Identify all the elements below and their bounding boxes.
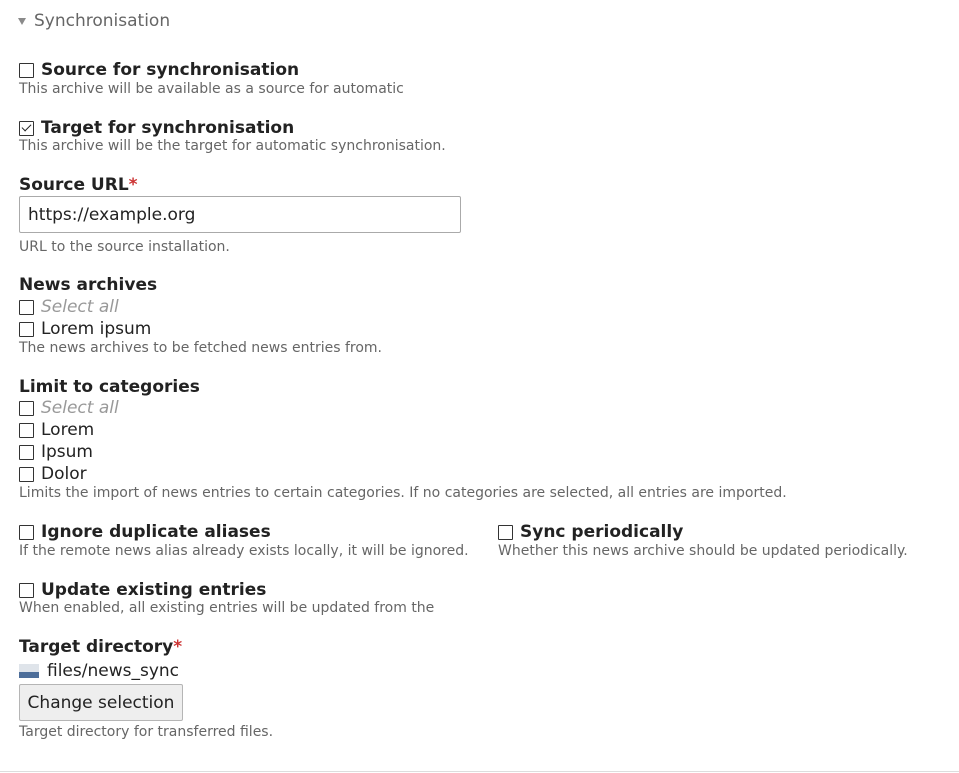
source-url-help: URL to the source installation.: [19, 239, 230, 255]
update-existing-checkbox[interactable]: [19, 582, 34, 598]
news-archive-option-label[interactable]: Lorem ipsum: [41, 319, 151, 339]
target-directory-path-row: files/news_sync: [19, 661, 179, 681]
target-sync-field: Target for synchronisation: [19, 118, 294, 138]
source-url-label: Source URL*: [19, 175, 138, 195]
source-sync-checkbox[interactable]: [19, 62, 34, 78]
category-option-checkbox[interactable]: [19, 422, 34, 438]
categories-label: Limit to categories: [19, 377, 200, 397]
target-sync-help: This archive will be the target for auto…: [19, 138, 446, 154]
categories-select-all-checkbox[interactable]: [19, 400, 34, 416]
categories-select-all: Select all: [19, 398, 119, 418]
source-sync-field: Source for synchronisation: [19, 60, 299, 80]
source-url-label-text: Source URL: [19, 175, 129, 195]
news-archives-select-all-checkbox[interactable]: [19, 299, 34, 315]
category-option-label[interactable]: Lorem: [41, 420, 94, 440]
ignore-duplicates-help: If the remote news alias already exists …: [19, 543, 469, 559]
select-all-label[interactable]: Select all: [41, 398, 119, 418]
category-option-checkbox[interactable]: [19, 466, 34, 482]
collapse-triangle-icon: [18, 18, 26, 25]
folder-icon: [19, 664, 39, 678]
category-option-checkbox[interactable]: [19, 444, 34, 460]
update-existing-field: Update existing entries: [19, 580, 266, 600]
fieldset-bottom-divider: [0, 771, 959, 772]
category-option: Lorem: [19, 420, 94, 440]
target-sync-checkbox[interactable]: [19, 120, 34, 136]
source-sync-help: This archive will be available as a sour…: [19, 81, 404, 97]
news-archive-option: Lorem ipsum: [19, 319, 151, 339]
target-directory-label-text: Target directory: [19, 637, 174, 657]
category-option: Dolor: [19, 464, 87, 484]
update-existing-label[interactable]: Update existing entries: [41, 580, 266, 600]
target-directory-path: files/news_sync: [47, 661, 180, 681]
sync-periodically-help: Whether this news archive should be upda…: [498, 543, 908, 559]
target-directory-label: Target directory*: [19, 637, 182, 657]
target-sync-label[interactable]: Target for synchronisation: [41, 118, 294, 138]
ignore-duplicates-field: Ignore duplicate aliases: [19, 522, 271, 542]
ignore-duplicates-label[interactable]: Ignore duplicate aliases: [41, 522, 271, 542]
news-archives-select-all: Select all: [19, 297, 119, 317]
target-directory-help: Target directory for transferred files.: [19, 724, 274, 740]
news-archives-label: News archives: [19, 275, 158, 295]
fieldset-legend-toggle[interactable]: Synchronisation: [18, 11, 170, 31]
change-selection-button[interactable]: Change selection: [19, 684, 183, 721]
sync-periodically-label[interactable]: Sync periodically: [520, 522, 683, 542]
sync-periodically-checkbox[interactable]: [498, 524, 513, 540]
fieldset-legend-label: Synchronisation: [34, 11, 171, 31]
source-url-input[interactable]: [19, 196, 461, 233]
categories-help: Limits the import of news entries to cer…: [19, 485, 787, 501]
required-mark: *: [128, 175, 138, 195]
ignore-duplicates-checkbox[interactable]: [19, 524, 34, 540]
news-archive-option-checkbox[interactable]: [19, 321, 34, 337]
update-existing-help: When enabled, all existing entries will …: [19, 600, 435, 616]
required-mark: *: [173, 637, 183, 657]
source-sync-label[interactable]: Source for synchronisation: [41, 60, 299, 80]
category-option-label[interactable]: Dolor: [41, 464, 87, 484]
sync-periodically-field: Sync periodically: [498, 522, 683, 542]
category-option: Ipsum: [19, 442, 93, 462]
select-all-label[interactable]: Select all: [41, 297, 119, 317]
news-archives-help: The news archives to be fetched news ent…: [19, 340, 382, 356]
category-option-label[interactable]: Ipsum: [41, 442, 93, 462]
